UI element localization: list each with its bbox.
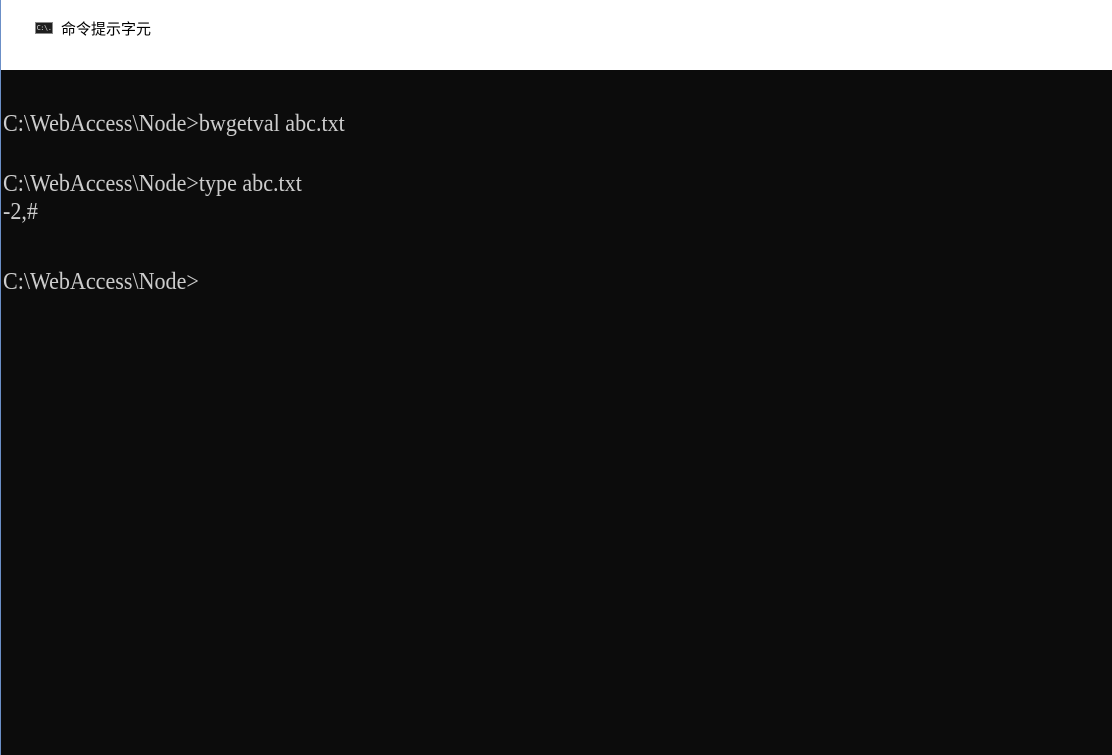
console-line: C:\WebAccess\Node>type abc.txt xyxy=(3,171,302,197)
title-bar[interactable]: C:\. 命令提示字元 xyxy=(1,0,1112,70)
command-prompt-window: C:\. 命令提示字元 C:\WebAccess\Node>bwgetval a… xyxy=(0,0,1112,755)
console-icon: C:\. xyxy=(35,22,53,34)
console-output[interactable]: C:\WebAccess\Node>bwgetval abc.txt C:\We… xyxy=(2,70,1112,755)
window-title: 命令提示字元 xyxy=(61,19,152,38)
console-line: -2,# xyxy=(3,199,38,225)
console-line: C:\WebAccess\Node>bwgetval abc.txt xyxy=(3,111,345,137)
console-prompt-line: C:\WebAccess\Node> xyxy=(3,269,199,295)
